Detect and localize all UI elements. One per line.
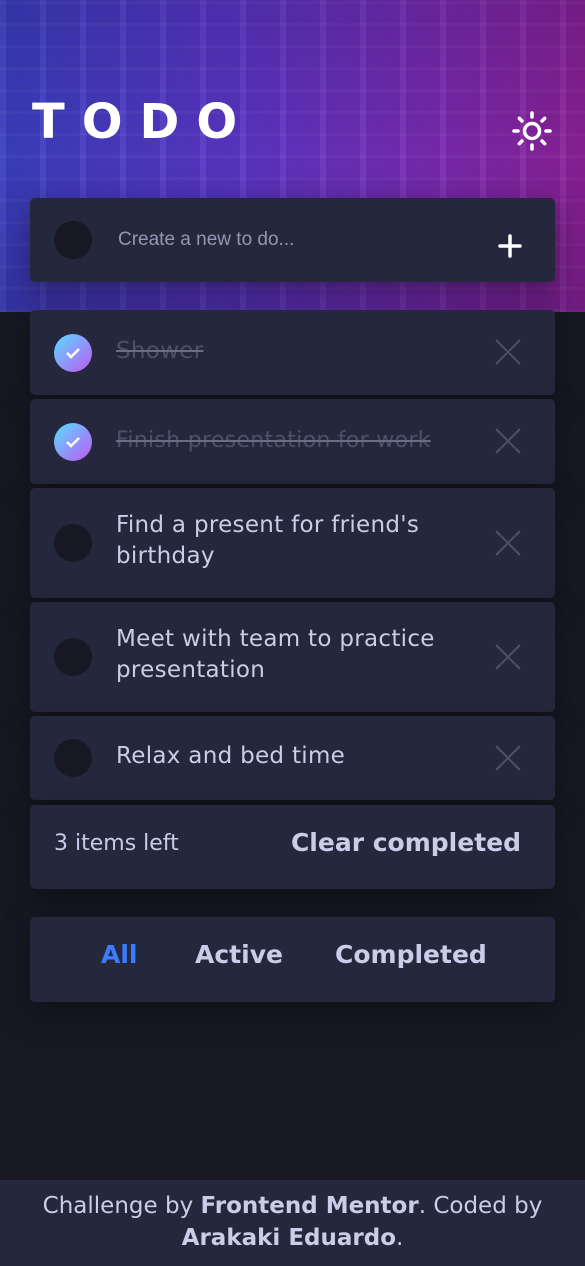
delete-todo-button[interactable] [494, 529, 522, 557]
todo-item: Meet with team to practice presentation [30, 602, 555, 712]
filter-active-button[interactable]: Active [195, 940, 283, 969]
theme-toggle-button[interactable] [512, 111, 552, 151]
attribution-prefix: Challenge by [42, 1193, 201, 1219]
attribution-middle: . Coded by [418, 1193, 543, 1219]
todo-item: Shower [30, 310, 555, 395]
attribution-suffix: . [396, 1225, 404, 1251]
new-todo-checkbox[interactable] [54, 221, 92, 259]
delete-todo-button[interactable] [494, 338, 522, 366]
cross-icon [495, 339, 521, 365]
cross-icon [495, 530, 521, 556]
add-todo-button[interactable] [494, 230, 526, 262]
app-title: TODO [32, 94, 255, 150]
new-todo-input[interactable] [116, 218, 480, 262]
list-footer: 3 items left Clear completed [30, 805, 555, 889]
todo-checkbox[interactable] [54, 423, 92, 461]
todo-item: Find a present for friend's birthday [30, 488, 555, 598]
delete-todo-button[interactable] [494, 744, 522, 772]
new-todo-form [30, 198, 555, 282]
attribution-footer: Challenge by Frontend Mentor. Coded by A… [0, 1180, 585, 1266]
todo-item: Relax and bed time [30, 716, 555, 800]
check-icon [66, 348, 80, 359]
sun-icon [512, 111, 552, 151]
todo-checkbox[interactable] [54, 524, 92, 562]
cross-icon [495, 745, 521, 771]
todo-item: Finish presentation for work [30, 399, 555, 484]
clear-completed-button[interactable]: Clear completed [291, 828, 521, 857]
todo-text: Relax and bed time [116, 743, 346, 769]
todo-text: Meet with team to practice presentation [116, 626, 435, 683]
delete-todo-button[interactable] [494, 643, 522, 671]
filter-bar: All Active Completed [30, 917, 555, 1002]
todo-checkbox[interactable] [54, 739, 92, 777]
cross-icon [495, 644, 521, 670]
check-icon [66, 437, 80, 448]
attribution-author-link[interactable]: Arakaki Eduardo [182, 1225, 396, 1251]
plus-icon [498, 234, 522, 258]
delete-todo-button[interactable] [494, 427, 522, 455]
cross-icon [495, 428, 521, 454]
todo-checkbox[interactable] [54, 638, 92, 676]
items-left-count: 3 items left [54, 831, 179, 856]
filter-completed-button[interactable]: Completed [335, 940, 487, 969]
todo-checkbox[interactable] [54, 334, 92, 372]
todo-text: Finish presentation for work [116, 428, 431, 453]
filter-all-button[interactable]: All [101, 940, 138, 969]
attribution-org-link[interactable]: Frontend Mentor [201, 1193, 419, 1219]
todo-text: Shower [116, 338, 204, 364]
todo-text: Find a present for friend's birthday [116, 512, 420, 569]
